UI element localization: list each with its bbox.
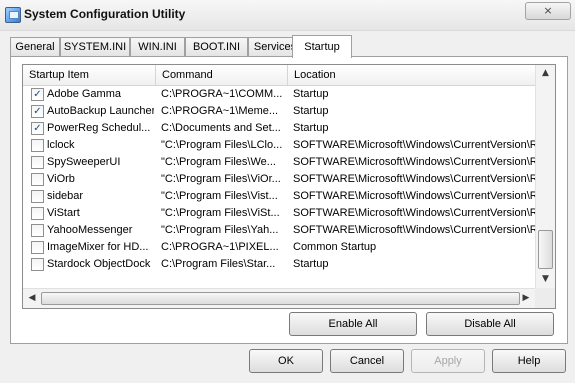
startup-item-location: SOFTWARE\Microsoft\Windows\CurrentVersio… [293,190,535,202]
horizontal-scrollbar[interactable]: ◀ ▶ [23,288,535,308]
startup-item-location: SOFTWARE\Microsoft\Windows\CurrentVersio… [293,156,535,168]
startup-item-command: "C:\Program Files\We... [161,156,276,168]
startup-item-checkbox[interactable] [31,173,44,186]
disable-all-button[interactable]: Disable All [426,312,554,336]
scrollbar-corner [535,288,555,308]
startup-item-name: lclock [47,139,75,151]
startup-item-checkbox[interactable] [31,207,44,220]
startup-item-name: sidebar [47,190,84,202]
help-button[interactable]: Help [492,349,566,373]
startup-item-name: SpySweeperUI [47,156,121,168]
ok-button[interactable]: OK [249,349,323,373]
arrow-right-icon[interactable]: ▶ [518,290,534,307]
startup-item-location: SOFTWARE\Microsoft\Windows\CurrentVersio… [293,224,535,236]
list-item[interactable]: ✓ Adobe Gamma C:\PROGRA~1\COMM... Startup [23,86,535,103]
startup-item-name: PowerReg Schedul... [47,122,151,134]
startup-item-location: SOFTWARE\Microsoft\Windows\CurrentVersio… [293,173,535,185]
list-item[interactable]: sidebar "C:\Program Files\Vist... SOFTWARE… [23,188,535,205]
startup-item-location: Startup [293,88,329,100]
startup-item-checkbox[interactable] [31,224,44,237]
startup-item-command: C:\Documents and Set... [161,122,281,134]
system-config-icon [5,7,21,23]
list-item[interactable]: lclock "C:\Program Files\LClo... SOFTWARE\… [23,137,535,154]
tab-boot-ini[interactable]: BOOT.INI [185,37,248,57]
startup-item-checkbox[interactable]: ✓ [31,88,44,101]
startup-item-checkbox[interactable] [31,156,44,169]
startup-item-command: "C:\Program Files\Vist... [161,190,278,202]
check-icon: ✓ [33,89,42,100]
list-item[interactable]: ✓ AutoBackup Launcher C:\PROGRA~1\Meme... S… [23,103,535,120]
list-item[interactable]: SpySweeperUI "C:\Program Files\We... SOFTW… [23,154,535,171]
list-item[interactable]: ✓ PowerReg Schedul... C:\Documents and Set… [23,120,535,137]
apply-button[interactable]: Apply [411,349,485,373]
startup-item-command: "C:\Program Files\LClo... [161,139,283,151]
vertical-scroll-thumb[interactable] [538,230,553,269]
startup-item-location: SOFTWARE\Microsoft\Windows\CurrentVersio… [293,207,535,219]
startup-item-command: "C:\Program Files\ViOr... [161,173,281,185]
startup-item-name: ViOrb [47,173,75,185]
arrow-left-icon[interactable]: ◀ [24,290,40,307]
startup-item-command: C:\PROGRA~1\COMM... [161,88,283,100]
startup-item-location: Common Startup [293,241,377,253]
startup-items-list[interactable]: Startup Item Command Location ✓ Adobe Gam… [22,64,556,309]
startup-item-command: "C:\Program Files\Yah... [161,224,279,236]
list-item[interactable]: YahooMessenger "C:\Program Files\Yah... SO… [23,222,535,239]
list-item[interactable]: Stardock ObjectDock C:\Program Files\Star… [23,256,535,273]
enable-all-button[interactable]: Enable All [289,312,417,336]
window-title: System Configuration Utility [24,7,186,21]
tab-startup[interactable]: Startup [292,35,352,58]
column-header-startup-item[interactable]: Startup Item [23,65,156,85]
startup-item-checkbox[interactable] [31,190,44,203]
startup-item-name: ViStart [47,207,80,219]
arrow-up-icon[interactable]: ▲ [536,65,555,81]
startup-item-checkbox[interactable] [31,139,44,152]
startup-item-checkbox[interactable]: ✓ [31,122,44,135]
startup-item-command: C:\PROGRA~1\Meme... [161,105,279,117]
list-item[interactable]: ViStart "C:\Program Files\ViSt... SOFTWARE… [23,205,535,222]
list-header: Startup Item Command Location [23,65,535,86]
startup-item-checkbox[interactable] [31,241,44,254]
tab-general[interactable]: General [10,37,60,57]
list-item[interactable]: ViOrb "C:\Program Files\ViOr... SOFTWARE\M… [23,171,535,188]
list-item[interactable]: ImageMixer for HD... C:\PROGRA~1\PIXEL...… [23,239,535,256]
close-button[interactable]: × [525,2,571,20]
tab-system-ini[interactable]: SYSTEM.INI [60,37,130,57]
cancel-button[interactable]: Cancel [330,349,404,373]
startup-item-checkbox[interactable] [31,258,44,271]
arrow-down-icon[interactable]: ▼ [536,271,555,287]
tab-win-ini[interactable]: WIN.INI [130,37,185,57]
startup-item-name: ImageMixer for HD... [47,241,149,253]
startup-item-checkbox[interactable]: ✓ [31,105,44,118]
startup-item-name: YahooMessenger [47,224,133,236]
startup-item-location: Startup [293,258,329,270]
title-bar: System Configuration Utility × [0,0,575,31]
startup-item-name: Stardock ObjectDock [47,258,151,270]
startup-item-command: "C:\Program Files\ViSt... [161,207,280,219]
check-icon: ✓ [33,123,42,134]
check-icon: ✓ [33,106,42,117]
horizontal-scroll-thumb[interactable] [41,292,520,305]
startup-item-location: Startup [293,122,329,134]
startup-item-command: C:\Program Files\Star... [161,258,276,270]
startup-item-name: Adobe Gamma [47,88,121,100]
list-rows: ✓ Adobe Gamma C:\PROGRA~1\COMM... Startup ✓ A… [23,86,535,273]
startup-item-location: Startup [293,105,329,117]
startup-item-command: C:\PROGRA~1\PIXEL... [161,241,279,253]
startup-item-location: SOFTWARE\Microsoft\Windows\CurrentVersio… [293,139,535,151]
column-header-location[interactable]: Location [288,65,535,85]
vertical-scrollbar[interactable]: ▲ ▼ [535,65,555,288]
column-header-command[interactable]: Command [156,65,288,85]
startup-item-name: AutoBackup Launcher [47,105,154,117]
